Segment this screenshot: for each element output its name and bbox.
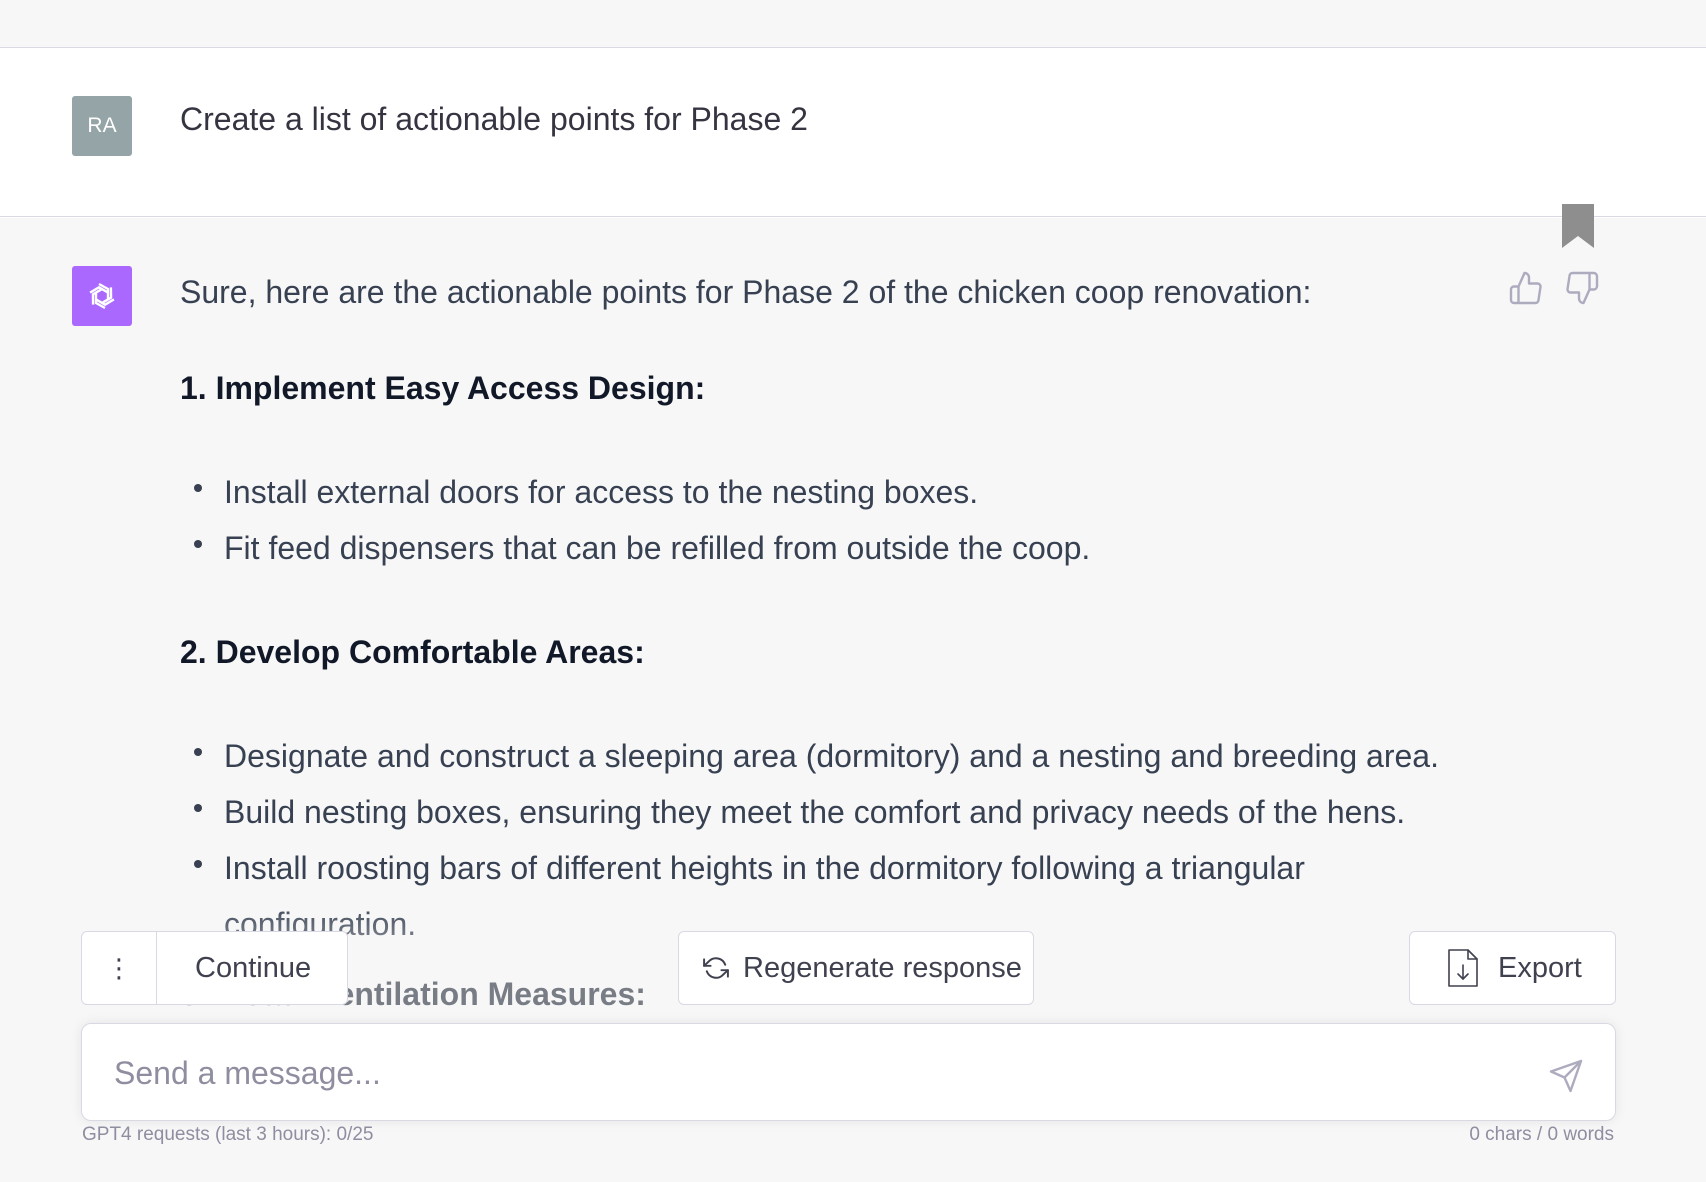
regenerate-response-button[interactable]: Regenerate response: [678, 931, 1034, 1005]
list-item: Install external doors for access to the…: [180, 464, 1480, 520]
user-message-text: Create a list of actionable points for P…: [180, 101, 808, 137]
send-icon[interactable]: [1548, 1058, 1584, 1094]
list-item: Fit feed dispensers that can be refilled…: [180, 520, 1480, 576]
export-label: Export: [1498, 951, 1582, 984]
list-item: Designate and construct a sleeping area …: [180, 728, 1480, 784]
request-quota-text: GPT4 requests (last 3 hours): 0/25: [82, 1124, 374, 1145]
thumbs-up-icon[interactable]: [1508, 270, 1544, 306]
continue-button-group: ⋮ Continue: [81, 931, 348, 1005]
continue-button[interactable]: Continue: [157, 952, 311, 985]
thumbs-down-icon[interactable]: [1564, 270, 1600, 306]
message-input[interactable]: [114, 1049, 1514, 1097]
answer-intro: Sure, here are the actionable points for…: [180, 274, 1312, 310]
assistant-message-text: Sure, here are the actionable points for…: [180, 272, 1480, 952]
openai-logo-icon: [89, 282, 115, 310]
message-composer: [81, 1023, 1616, 1121]
bullet-list: Install external doors for access to the…: [180, 464, 1480, 576]
user-avatar-initials: RA: [87, 114, 117, 137]
more-options-button[interactable]: ⋮: [82, 932, 157, 1004]
list-item: Build nesting boxes, ensuring they meet …: [180, 784, 1480, 840]
export-button[interactable]: Export: [1409, 931, 1616, 1005]
section-heading: 1. Implement Easy Access Design:: [180, 370, 706, 406]
refresh-icon: [703, 957, 729, 979]
user-avatar: RA: [72, 96, 132, 156]
char-word-count: 0 chars / 0 words: [1469, 1124, 1614, 1145]
bookmark-icon[interactable]: [1560, 202, 1596, 250]
file-download-icon: [1448, 949, 1478, 987]
regenerate-label: Regenerate response: [743, 951, 1022, 984]
section-heading: 2. Develop Comfortable Areas:: [180, 634, 645, 670]
top-bar: [0, 0, 1706, 48]
assistant-avatar: [72, 266, 132, 326]
